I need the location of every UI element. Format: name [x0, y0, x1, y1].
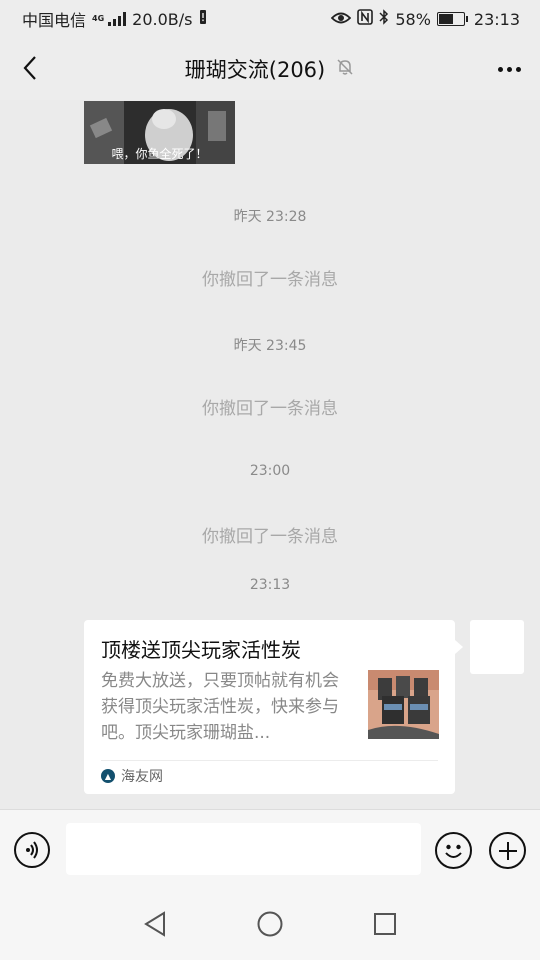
divider	[101, 760, 438, 761]
timestamp: 23:13	[249, 577, 291, 593]
link-card-thumbnail	[368, 670, 439, 739]
battery-icon	[436, 12, 468, 26]
notification-icon	[198, 9, 208, 29]
recall-notice: 你撤回了一条消息	[202, 399, 338, 419]
avatar[interactable]	[470, 620, 524, 674]
site-logo-icon: ▲	[101, 769, 115, 783]
eye-icon	[331, 10, 352, 29]
emoji-icon	[445, 844, 462, 858]
navigation-bar	[0, 889, 540, 960]
nav-recents-button[interactable]	[370, 909, 400, 939]
more-icon	[497, 66, 503, 72]
message-input[interactable]	[66, 823, 421, 875]
image-message[interactable]: 喂，你鱼全死了！	[84, 101, 235, 164]
bluetooth-icon	[379, 9, 389, 29]
chat-area[interactable]: 喂，你鱼全死了！ 昨天 23:28 你撤回了一条消息 昨天 23:45 你撤回了…	[0, 100, 540, 809]
back-triangle-icon	[144, 911, 165, 937]
nfc-icon	[357, 9, 374, 29]
emoji-button[interactable]	[435, 832, 472, 869]
home-circle-icon	[257, 911, 283, 937]
voice-icon	[26, 841, 38, 859]
source-name: 海友网	[121, 769, 163, 785]
link-card-title: 顶楼送顶尖玩家活性炭	[101, 638, 301, 662]
mute-bell-icon	[335, 57, 355, 81]
link-card-description: 免费大放送，只要顶帖就有机会获得顶尖玩家活性炭，快来参与吧。顶尖玩家珊瑚盐...	[101, 671, 339, 743]
timestamp: 23:00	[249, 463, 291, 479]
chat-title[interactable]: 珊瑚交流(206)	[185, 54, 325, 84]
input-bar	[0, 809, 540, 889]
more-button[interactable]	[492, 52, 526, 86]
timestamp: 昨天 23:28	[233, 209, 307, 225]
link-card[interactable]: 顶楼送顶尖玩家活性炭 免费大放送，只要顶帖就有机会获得顶尖玩家活性炭，快来参与吧…	[84, 620, 463, 794]
status-bar: 中国电信 4G 20.0B/s 58% 23:13	[0, 0, 540, 38]
link-card-source: ▲ 海友网	[101, 766, 163, 786]
chat-header: 珊瑚交流(206)	[0, 38, 540, 100]
recall-notice: 你撤回了一条消息	[202, 270, 338, 290]
image-caption: 喂，你鱼全死了！	[111, 147, 208, 161]
carrier-label: 中国电信	[22, 11, 87, 30]
voice-button[interactable]	[14, 832, 50, 868]
nav-home-button[interactable]	[255, 909, 285, 939]
network-type: 4G	[92, 14, 105, 23]
recents-square-icon	[374, 913, 396, 935]
nav-back-button[interactable]	[140, 909, 170, 939]
plus-button[interactable]	[489, 832, 526, 869]
signal-icon	[108, 12, 127, 26]
recall-notice: 你撤回了一条消息	[202, 527, 338, 547]
battery-percent: 58%	[395, 9, 431, 29]
network-speed: 20.0B/s	[132, 9, 193, 29]
timestamp: 昨天 23:45	[233, 338, 307, 354]
clock: 23:13	[473, 9, 520, 29]
